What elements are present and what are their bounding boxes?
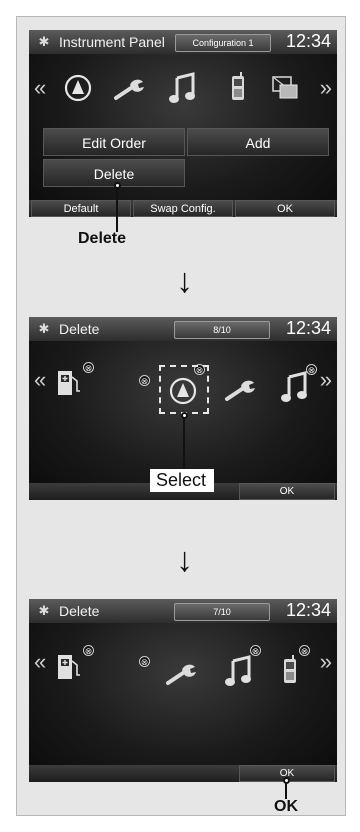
- phone-icon[interactable]: [230, 72, 246, 102]
- screen-header: ✱ Delete 8/10 12:34: [29, 317, 337, 341]
- phone-icon[interactable]: [282, 655, 298, 685]
- screen-title: Instrument Panel: [59, 34, 165, 50]
- flow-arrow-down: ↓: [176, 262, 193, 300]
- edit-order-button[interactable]: Edit Order: [43, 128, 185, 156]
- gear-icon: ✱: [38, 34, 50, 49]
- music-note-icon[interactable]: [169, 72, 197, 104]
- selection-highlight: [159, 365, 209, 414]
- scroll-right-icon[interactable]: »: [320, 369, 332, 391]
- screen-header: ✱ Instrument Panel Configuration 1 12:34: [29, 30, 337, 54]
- callout-line: [285, 783, 287, 799]
- instrument-panel-screen: ✱ Instrument Panel Configuration 1 12:34…: [29, 30, 337, 217]
- callout-label-delete: Delete: [78, 230, 127, 247]
- remove-badge-icon[interactable]: ⊗: [250, 645, 261, 656]
- callout-line: [183, 418, 185, 470]
- screen-header: ✱ Delete 7/10 12:34: [29, 599, 337, 623]
- swap-config-button[interactable]: Swap Config.: [133, 200, 233, 217]
- gear-icon: ✱: [38, 321, 50, 336]
- gauge-icon[interactable]: [64, 74, 92, 102]
- scroll-right-icon[interactable]: »: [320, 651, 332, 673]
- wrench-icon[interactable]: [165, 661, 199, 687]
- item-counter: 8/10: [174, 321, 270, 339]
- screen-title: Delete: [59, 603, 100, 619]
- ok-button[interactable]: OK: [239, 483, 335, 500]
- blank-display-icon[interactable]: [272, 76, 298, 100]
- gear-icon: ✱: [38, 603, 50, 618]
- clock: 12:34: [285, 318, 331, 338]
- clock: 12:34: [285, 600, 331, 620]
- scroll-right-icon[interactable]: »: [320, 77, 332, 99]
- callout-label-ok: OK: [274, 798, 298, 815]
- callout-label-select: Select: [150, 469, 215, 492]
- wrench-icon[interactable]: [113, 76, 147, 102]
- clock: 12:34: [285, 31, 331, 51]
- scroll-left-icon[interactable]: «: [34, 651, 46, 673]
- remove-badge-icon[interactable]: ⊗: [139, 375, 150, 386]
- remove-badge-icon[interactable]: ⊗: [83, 645, 94, 656]
- wrench-icon[interactable]: [224, 377, 258, 403]
- scroll-left-icon[interactable]: «: [34, 77, 46, 99]
- remove-badge-icon[interactable]: ⊗: [83, 362, 94, 373]
- music-note-icon[interactable]: [281, 371, 309, 403]
- screen-title: Delete: [59, 321, 100, 337]
- flow-arrow-down: ↓: [176, 541, 193, 579]
- remove-badge-icon[interactable]: ⊗: [299, 645, 310, 656]
- music-note-icon[interactable]: [225, 655, 253, 687]
- configuration-tab[interactable]: Configuration 1: [175, 34, 271, 52]
- remove-badge-icon[interactable]: ⊗: [139, 656, 150, 667]
- fuel-economy-icon[interactable]: [56, 651, 82, 683]
- scroll-left-icon[interactable]: «: [34, 369, 46, 391]
- fuel-economy-icon[interactable]: [56, 367, 82, 399]
- ok-button[interactable]: OK: [235, 200, 335, 217]
- delete-confirm-screen: ✱ Delete 7/10 12:34 « » ⊗ ⊗ ⊗ ⊗ OK: [29, 599, 337, 782]
- add-button[interactable]: Add: [187, 128, 329, 156]
- remove-badge-icon[interactable]: ⊗: [306, 364, 317, 375]
- item-counter: 7/10: [174, 603, 270, 621]
- callout-line: [116, 188, 118, 232]
